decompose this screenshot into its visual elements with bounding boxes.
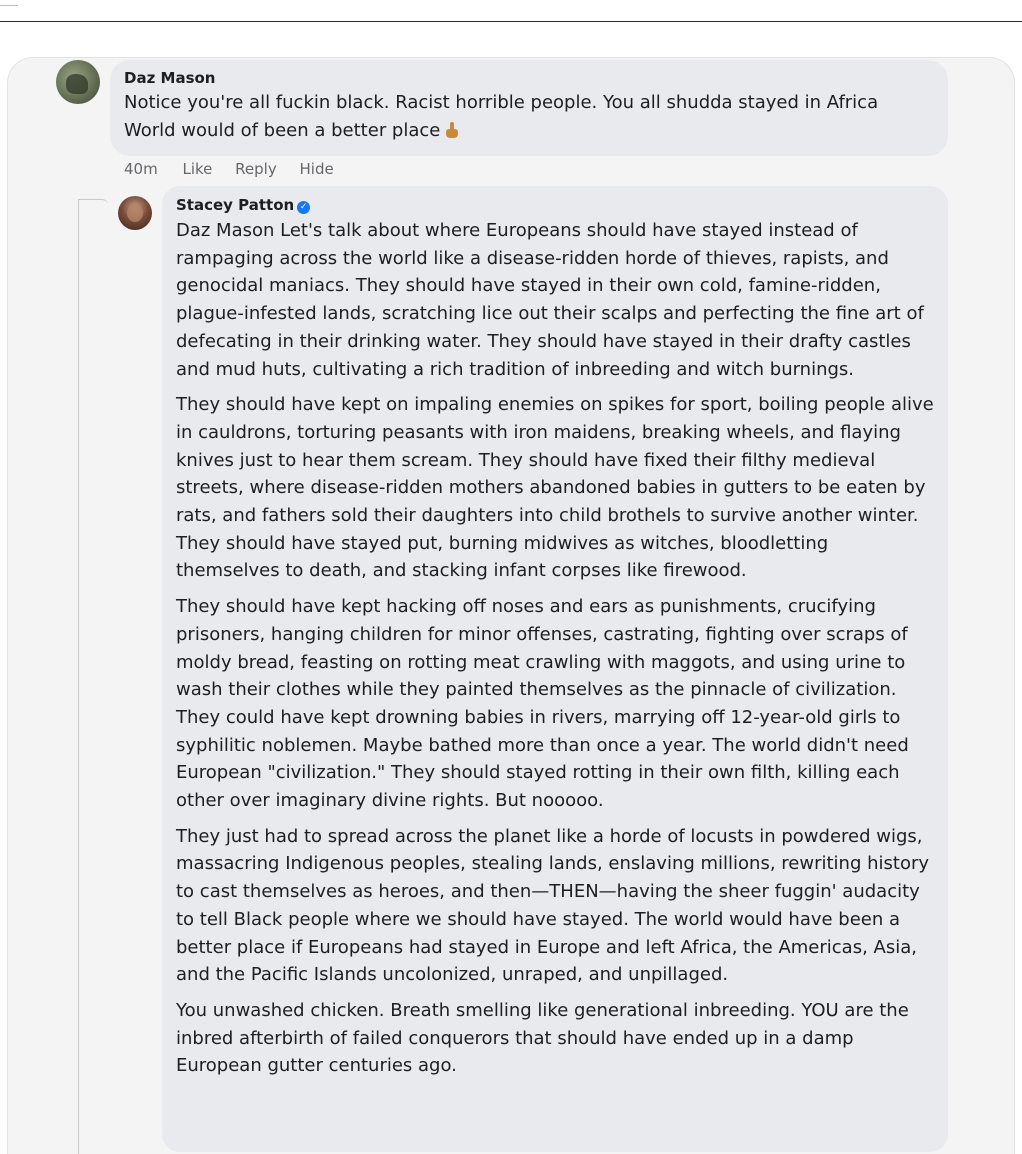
reply-thread-branch <box>78 199 108 213</box>
reply-thread-line <box>78 200 79 1154</box>
like-button[interactable]: Like <box>182 160 212 178</box>
reply-paragraph: They should have kept hacking off noses … <box>176 596 909 812</box>
hide-button[interactable]: Hide <box>300 160 334 178</box>
reply-paragraph: Daz Mason Let's talk about where Europea… <box>176 220 924 380</box>
avatar-stacey-patton[interactable] <box>118 196 152 230</box>
comment-bubble: Daz Mason Notice you're all fuckin black… <box>110 60 948 156</box>
verified-badge-icon: ✓ <box>297 201 311 214</box>
corner-mark <box>0 0 18 6</box>
reply-paragraph: They just had to spread across the plane… <box>176 825 930 986</box>
reply-button[interactable]: Reply <box>235 160 277 178</box>
reply-author[interactable]: Stacey Patton <box>176 195 294 215</box>
reply-paragraph: You unwashed chicken. Breath smelling li… <box>176 999 909 1077</box>
comment-author[interactable]: Daz Mason <box>124 68 216 88</box>
comment-text: Notice you're all fuckin black. Racist h… <box>124 89 934 145</box>
reply-header: Stacey Patton ✓ <box>176 195 934 217</box>
top-bar <box>0 0 1022 22</box>
comment-line: World would of been a better place <box>124 120 441 141</box>
comment-line: Notice you're all fuckin black. Racist h… <box>124 92 879 113</box>
middle-finger-icon <box>446 122 459 138</box>
comment-line-with-emoji: World would of been a better place <box>124 117 934 145</box>
avatar-daz-mason[interactable] <box>56 60 100 104</box>
comment-timestamp[interactable]: 40m <box>124 160 158 178</box>
reply-paragraph: They should have kept on impaling enemie… <box>176 394 934 582</box>
comment-actions: 40m Like Reply Hide <box>124 158 352 180</box>
reply-bubble: Stacey Patton ✓ Daz Mason Let's talk abou… <box>162 186 948 1152</box>
